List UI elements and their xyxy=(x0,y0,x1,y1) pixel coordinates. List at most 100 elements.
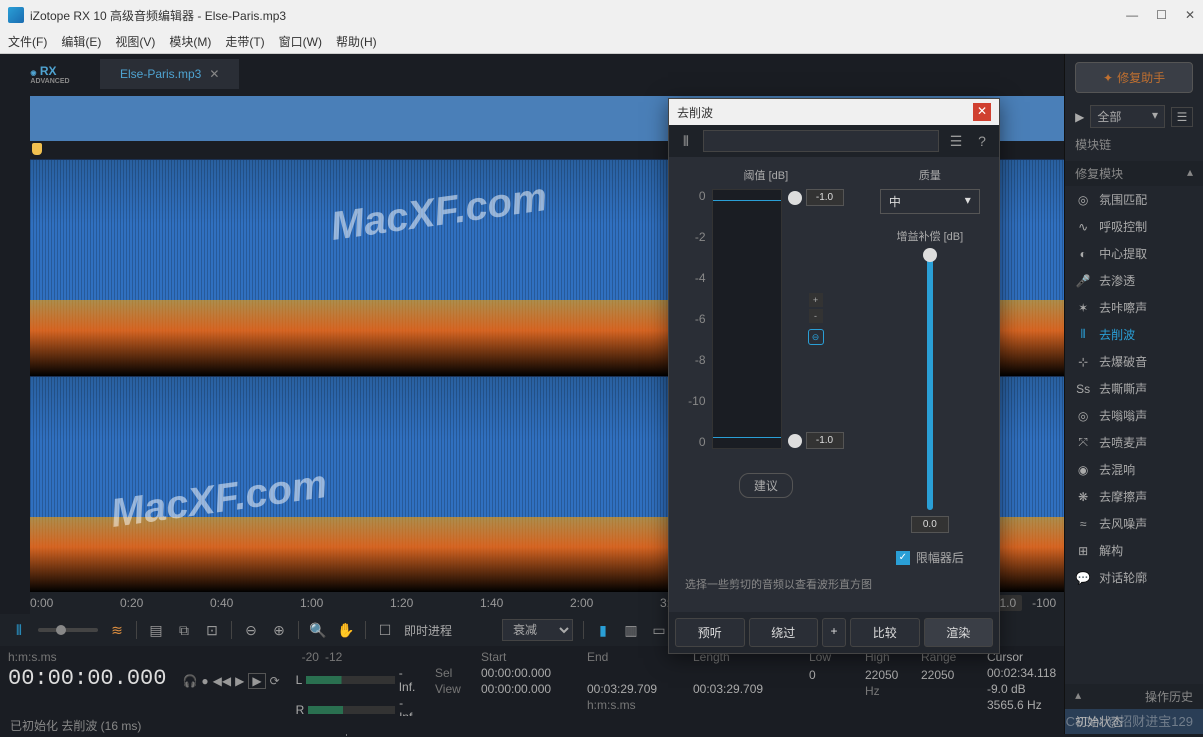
gain-value[interactable]: 0.0 xyxy=(911,516,949,533)
region-play-button[interactable]: ▶ xyxy=(248,673,265,689)
zoom-in-icon[interactable]: ⊕ xyxy=(270,621,288,639)
filter-select[interactable]: 全部▾ xyxy=(1090,105,1165,128)
plus-button[interactable]: + xyxy=(809,293,823,307)
render-button[interactable]: 渲染 xyxy=(924,618,994,647)
ambience-icon: ◎ xyxy=(1075,193,1091,207)
clip-icon: ⫴ xyxy=(1075,327,1091,342)
breath-icon: ∿ xyxy=(1075,220,1091,234)
file-tab-label: Else-Paris.mp3 xyxy=(120,67,201,81)
module-dialog[interactable]: 💬对话轮廓 xyxy=(1065,564,1203,591)
minus-button[interactable]: - xyxy=(809,309,823,323)
declip-dialog: 去削波 ✕ ⫴ ☰ ? 阈值 [dB] 0-2-4 -6-8-10 xyxy=(668,98,1000,654)
wind-icon: ≈ xyxy=(1075,517,1091,531)
gain-slider[interactable] xyxy=(927,250,933,510)
level-meter-r xyxy=(308,706,395,714)
play-chain-icon[interactable]: ▶ xyxy=(1075,110,1084,124)
menu-modules[interactable]: 模块(M) xyxy=(169,33,211,50)
modules-header: 修复模块 xyxy=(1075,165,1123,182)
dialog-tip: 选择一些剪切的音频以查看波形直方图 xyxy=(685,576,983,592)
hum-icon: ◎ xyxy=(1075,409,1091,423)
module-clip[interactable]: ⫴去削波 xyxy=(1065,321,1203,348)
menu-help[interactable]: 帮助(H) xyxy=(336,33,377,50)
module-crackle[interactable]: ⊹去爆破音 xyxy=(1065,348,1203,375)
menu-edit[interactable]: 编辑(E) xyxy=(61,33,101,50)
play-button[interactable]: ▶ xyxy=(235,674,244,688)
compare-button[interactable]: 比较 xyxy=(850,618,920,647)
menu-transport[interactable]: 走带(T) xyxy=(225,33,264,50)
crackle-icon: ⊹ xyxy=(1075,355,1091,369)
dialog-title: 去削波 xyxy=(677,104,713,121)
fade-select[interactable]: 衰减 xyxy=(502,619,573,641)
file-tab[interactable]: Else-Paris.mp3 ✕ xyxy=(100,59,239,89)
mic-icon: 🎤 xyxy=(1075,274,1091,288)
loop-button[interactable]: ⟳ xyxy=(270,674,280,688)
module-click[interactable]: ✶去咔嚓声 xyxy=(1065,294,1203,321)
select-box-icon[interactable]: ▭ xyxy=(650,621,668,639)
zoom-out-icon[interactable]: ⊖ xyxy=(242,621,260,639)
dialog-help-icon[interactable]: ? xyxy=(973,132,991,150)
dialog-preset-icon[interactable]: ⫴ xyxy=(677,132,695,150)
threshold-thumb-bottom[interactable] xyxy=(788,434,802,448)
histogram-display xyxy=(712,189,782,449)
record-button[interactable]: ● xyxy=(201,674,208,688)
center-icon: ◐ xyxy=(1075,247,1091,261)
minimize-button[interactable]: — xyxy=(1126,8,1138,22)
module-wind[interactable]: ≈去风噪声 xyxy=(1065,510,1203,537)
collapse-icon[interactable]: ▴ xyxy=(1187,165,1193,182)
collapse-history-icon[interactable]: ▴ xyxy=(1075,688,1081,705)
limiter-checkbox[interactable]: ✓ xyxy=(896,551,910,565)
select-freq-icon[interactable]: ▥ xyxy=(622,621,640,639)
module-rustle[interactable]: ❋去摩擦声 xyxy=(1065,483,1203,510)
link-thresholds-icon[interactable]: ⊖ xyxy=(808,329,824,345)
threshold-value-bottom[interactable]: -1.0 xyxy=(806,432,844,449)
module-plosive[interactable]: ⤧去喷麦声 xyxy=(1065,429,1203,456)
quality-select[interactable]: 中▾ xyxy=(880,189,980,214)
spectrum-icon[interactable]: ⫴ xyxy=(10,621,28,639)
close-tab-icon[interactable]: ✕ xyxy=(209,67,219,81)
dialog-close-button[interactable]: ✕ xyxy=(973,103,991,121)
instant-label: 即时进程 xyxy=(404,622,452,639)
menu-window[interactable]: 窗口(W) xyxy=(279,33,322,50)
dialog-menu-icon[interactable]: ☰ xyxy=(947,132,965,150)
preview-button[interactable]: 预听 xyxy=(675,618,745,647)
module-decon[interactable]: ⊞解构 xyxy=(1065,537,1203,564)
markers-icon[interactable]: ⊡ xyxy=(203,621,221,639)
headphones-icon[interactable]: 🎧 xyxy=(182,674,197,688)
dialog-preset-select[interactable] xyxy=(703,130,939,152)
reverb-icon: ◉ xyxy=(1075,463,1091,477)
wave-icon[interactable]: ≋ xyxy=(108,621,126,639)
module-ambience[interactable]: ◎氛围匹配 xyxy=(1065,186,1203,213)
module-deseep[interactable]: 🎤去渗透 xyxy=(1065,267,1203,294)
prev-button[interactable]: ◀◀ xyxy=(213,674,231,688)
bypass-button[interactable]: 绕过 xyxy=(749,618,819,647)
module-ess[interactable]: Ss去嘶嘶声 xyxy=(1065,375,1203,402)
quality-label: 质量 xyxy=(919,167,941,183)
window-title: iZotope RX 10 高级音频编辑器 - Else-Paris.mp3 xyxy=(30,7,286,24)
hand-icon[interactable]: ✋ xyxy=(337,621,355,639)
marker-icon[interactable] xyxy=(32,143,42,155)
plus-chain-button[interactable]: + xyxy=(822,618,846,647)
chain-menu-icon[interactable]: ☰ xyxy=(1171,107,1193,127)
module-center[interactable]: ◐中心提取 xyxy=(1065,240,1203,267)
repair-assistant-button[interactable]: ✦ 修复助手 xyxy=(1075,62,1193,93)
app-icon xyxy=(8,7,24,23)
checkbox-icon[interactable]: ☐ xyxy=(376,621,394,639)
close-button[interactable]: ✕ xyxy=(1185,8,1195,22)
menu-view[interactable]: 视图(V) xyxy=(115,33,155,50)
decon-icon: ⊞ xyxy=(1075,544,1091,558)
threshold-value-top[interactable]: -1.0 xyxy=(806,189,844,206)
maximize-button[interactable]: ☐ xyxy=(1156,8,1167,22)
click-icon: ✶ xyxy=(1075,301,1091,315)
select-time-icon[interactable]: ▮ xyxy=(594,621,612,639)
module-reverb[interactable]: ◉去混响 xyxy=(1065,456,1203,483)
search-icon[interactable]: 🔍 xyxy=(309,621,327,639)
layers-icon[interactable]: ⧉ xyxy=(175,621,193,639)
history-header: 操作历史 xyxy=(1145,688,1193,705)
menu-file[interactable]: 文件(F) xyxy=(8,33,47,50)
suggest-button[interactable]: 建议 xyxy=(739,473,793,498)
module-hum[interactable]: ◎去嗡嗡声 xyxy=(1065,402,1203,429)
threshold-thumb-top[interactable] xyxy=(788,191,802,205)
opacity-slider[interactable] xyxy=(38,628,98,632)
list-icon[interactable]: ▤ xyxy=(147,621,165,639)
module-breath[interactable]: ∿呼吸控制 xyxy=(1065,213,1203,240)
